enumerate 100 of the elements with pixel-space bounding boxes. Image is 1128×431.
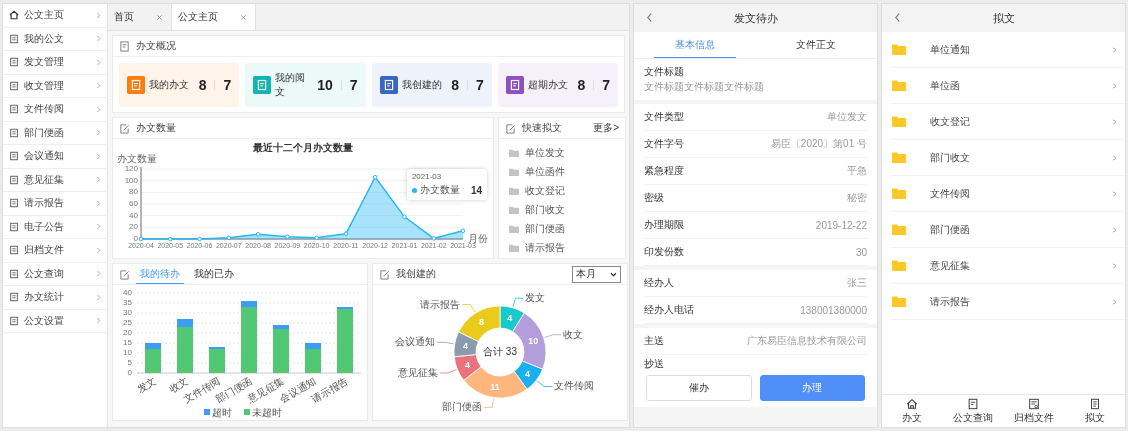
data-point <box>138 236 144 242</box>
caret-icon <box>610 271 617 277</box>
sidebar-item[interactable]: 发文管理 <box>3 51 107 75</box>
sidebar-item[interactable]: 公文查询 <box>3 262 107 286</box>
close-icon[interactable] <box>156 13 163 21</box>
chevron-right-icon <box>96 81 101 91</box>
leader-line <box>512 297 524 308</box>
document-icon <box>9 57 19 68</box>
folder-icon <box>892 44 906 55</box>
list-item[interactable]: 收文登记 <box>892 104 1125 140</box>
data-point <box>372 174 378 180</box>
stat-card[interactable]: 我创建的 8 7 <box>371 63 492 107</box>
page-tab[interactable]: 公文主页 <box>172 4 256 30</box>
document-icon <box>9 292 19 303</box>
count: 7 <box>223 77 232 93</box>
sidebar-item[interactable]: 文件传阅 <box>3 98 107 122</box>
screen-tab[interactable]: 文件正文 <box>775 32 857 58</box>
sidebar-item[interactable]: 意见征集 <box>3 168 107 192</box>
tick-label: 60 <box>129 199 138 208</box>
folder-icon <box>892 260 906 271</box>
edit-icon <box>119 268 130 280</box>
sidebar-item[interactable]: 电子公告 <box>3 215 107 239</box>
more-link[interactable]: 更多> <box>593 121 619 135</box>
quick-item[interactable]: 部门便函 <box>509 219 615 238</box>
edit-icon <box>505 122 516 134</box>
sidebar-item[interactable]: 请示报告 <box>3 192 107 216</box>
screen-tab[interactable]: 基本信息 <box>654 32 736 58</box>
list-item[interactable]: 单位函 <box>892 68 1125 104</box>
remind-button[interactable]: 催办 <box>646 375 752 401</box>
list-item[interactable]: 请示报告 <box>892 284 1125 320</box>
home-icon <box>906 397 919 410</box>
slice-value: 8 <box>478 317 484 328</box>
chevron-right-icon <box>96 10 101 20</box>
sidebar-item[interactable]: 公文设置 <box>3 309 107 333</box>
nav-item[interactable]: 拟文 <box>1064 395 1125 427</box>
sidebar-item[interactable]: 部门便函 <box>3 121 107 145</box>
card-label: 超期办文 <box>527 78 569 92</box>
quick-item[interactable]: 请示报告 <box>509 238 615 257</box>
document-icon <box>9 245 19 256</box>
quick-item[interactable]: 收文登记 <box>509 181 615 200</box>
period-select[interactable]: 本月 <box>572 265 621 283</box>
nav-item[interactable]: 办文 <box>882 395 943 427</box>
data-point <box>197 236 202 242</box>
nav-item[interactable]: 公文查询 <box>942 395 1004 427</box>
chevron-right-icon <box>1112 153 1117 162</box>
field-label: 经办人 <box>644 276 674 290</box>
screen-title: 发文待办 <box>733 10 778 26</box>
archive-icon <box>1027 397 1040 410</box>
chart-tab[interactable]: 我的已办 <box>190 264 238 284</box>
slice-value: 4 <box>525 368 531 379</box>
stat-card[interactable]: 我的办文 8 7 <box>119 63 240 107</box>
chevron-right-icon <box>1112 225 1117 234</box>
slice-value: 4 <box>507 313 513 324</box>
quick-item[interactable]: 单位函件 <box>509 162 615 181</box>
chevron-right-icon <box>1112 81 1117 90</box>
document-icon <box>9 151 19 162</box>
field-label: 文件字号 <box>644 137 684 151</box>
count: 7 <box>602 77 610 93</box>
data-point <box>226 235 232 241</box>
stat-card[interactable]: 超期办文 8 7 <box>497 63 618 107</box>
stat-card[interactable]: 我的阅文 10 7 <box>245 63 366 107</box>
sidebar-item[interactable]: 会议通知 <box>3 145 107 169</box>
category-label: 收文 <box>167 375 190 395</box>
close-icon[interactable] <box>240 13 247 21</box>
tick-label: 5 <box>127 358 132 367</box>
document-icon <box>9 33 19 44</box>
sidebar-item[interactable]: 我的公文 <box>3 27 107 51</box>
chevron-right-icon <box>1112 261 1117 270</box>
sidebar-item[interactable]: 办文统计 <box>3 286 107 310</box>
donut-total: 合计 33 <box>483 346 517 357</box>
chevron-right-icon <box>96 151 101 161</box>
leader-line <box>461 304 476 313</box>
sidebar-item[interactable]: 公文主页 <box>3 4 107 28</box>
list-item[interactable]: 意见征集 <box>892 248 1125 284</box>
document-icon <box>9 268 19 279</box>
field-value: 平急 <box>847 164 867 178</box>
tick-label: 40 <box>129 210 138 220</box>
list-item[interactable]: 部门收文 <box>892 140 1125 176</box>
nav-item[interactable]: 归档文件 <box>1003 395 1065 427</box>
tick-label: 120 <box>124 164 138 173</box>
list-item[interactable]: 单位通知 <box>892 32 1125 68</box>
quick-item[interactable]: 部门收文 <box>509 200 615 219</box>
sidebar-item[interactable]: 收文管理 <box>3 74 107 98</box>
folder-icon <box>892 152 906 163</box>
sidebar-item[interactable]: 归档文件 <box>3 239 107 263</box>
tick-label: 15 <box>123 338 132 347</box>
field-label: 文件标题 <box>644 65 685 79</box>
tick-label: 20 <box>123 328 132 337</box>
tick-label: 100 <box>124 175 138 185</box>
quick-item[interactable]: 单位发文 <box>509 143 615 162</box>
list-item[interactable]: 文件传阅 <box>892 176 1125 212</box>
back-icon[interactable] <box>894 12 901 23</box>
slice-label: 会议通知 <box>394 336 435 348</box>
leader-line <box>544 334 562 338</box>
list-item[interactable]: 部门便函 <box>892 212 1125 248</box>
chevron-right-icon <box>96 292 101 302</box>
slice-value: 4 <box>463 340 469 351</box>
back-icon[interactable] <box>646 12 653 23</box>
field-label: 主送 <box>644 334 664 348</box>
slice-label: 部门便函 <box>442 401 483 413</box>
